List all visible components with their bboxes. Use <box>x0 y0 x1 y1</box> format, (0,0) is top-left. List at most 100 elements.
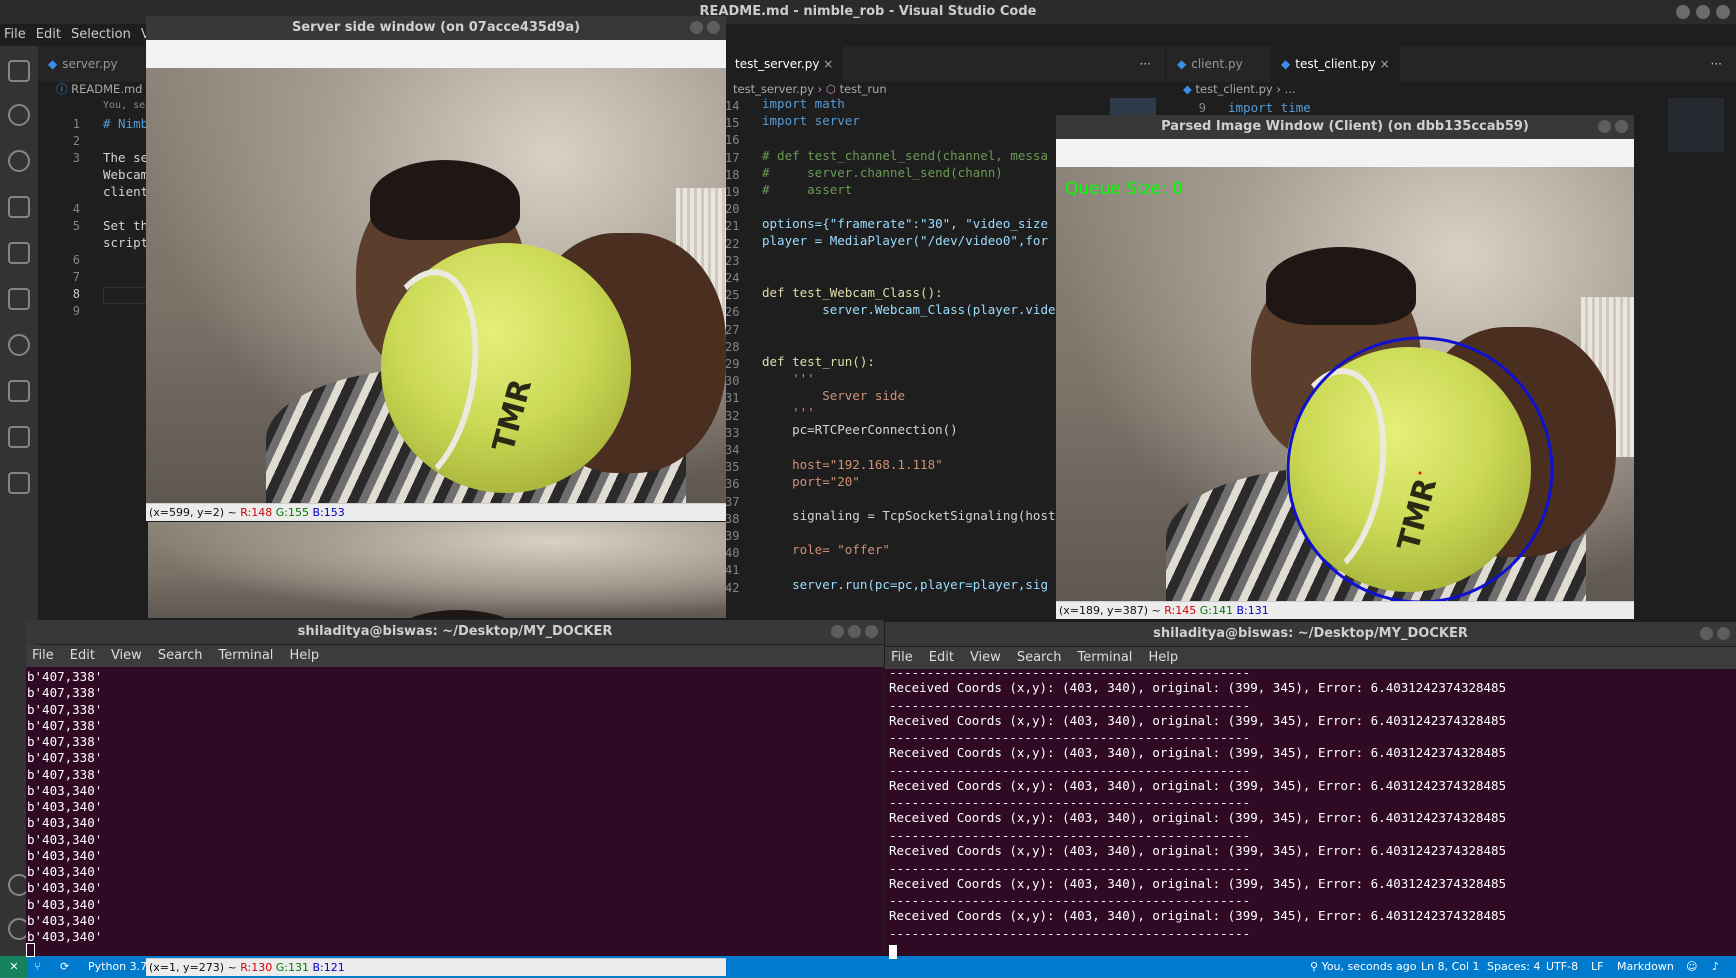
maximize-icon[interactable] <box>1696 5 1710 19</box>
line-number: 35 <box>725 460 740 475</box>
line-number: 30 <box>725 374 740 389</box>
terminal-right-output[interactable]: ----------------------------------------… <box>885 665 1736 959</box>
indent-setting[interactable]: Spaces: 4 <box>1487 956 1540 978</box>
terminal-line: Received Coords (x,y): (403, 340), origi… <box>889 810 1507 826</box>
code-line: ''' <box>762 405 815 420</box>
menu-terminal[interactable]: Terminal <box>218 645 273 667</box>
python-file-icon: ◆ <box>1177 57 1187 71</box>
docker-icon[interactable] <box>8 426 30 448</box>
python-interpreter[interactable]: Python 3.7 <box>88 956 147 978</box>
terminal-left-output[interactable]: b'407,338' b'407,338' b'407,338' b'407,338'… <box>26 667 884 957</box>
eol[interactable]: LF <box>1591 956 1603 978</box>
close-icon[interactable] <box>865 625 878 638</box>
terminal-right-titlebar[interactable]: shiladitya@biswas: ~/Desktop/MY_DOCKER <box>885 622 1736 646</box>
feedback-icon[interactable]: ☺ <box>1686 956 1697 978</box>
run-debug-icon[interactable] <box>8 196 30 218</box>
right-breadcrumb[interactable]: ◆ test_client.py › ... <box>1183 80 1296 98</box>
minimize-icon[interactable] <box>690 21 703 34</box>
minimize-icon[interactable] <box>1700 627 1713 640</box>
more-actions-icon[interactable]: ··· <box>1711 46 1722 82</box>
terminal-separator: ----------------------------------------… <box>889 925 1251 941</box>
more-actions-icon[interactable]: ··· <box>1140 46 1151 82</box>
bell-icon[interactable]: ♪ <box>1712 956 1719 978</box>
tab-test-client-py[interactable]: ◆ test_client.py × <box>1271 46 1400 82</box>
menu-edit[interactable]: Edit <box>36 24 61 46</box>
client-window-titlebar[interactable]: Parsed Image Window (Client) (on dbb135c… <box>1056 115 1634 139</box>
code-line: host="192.168.1.118" <box>762 457 943 472</box>
terminal-line: b'403,340' <box>27 929 103 944</box>
code-line: Set th <box>103 218 149 233</box>
terminal-line: b'403,340' <box>27 847 103 863</box>
language-mode[interactable]: Markdown <box>1617 956 1674 978</box>
line-number: 4 <box>72 202 80 216</box>
menu-selection[interactable]: Selection <box>71 24 131 46</box>
remote-explorer-icon[interactable] <box>8 242 30 264</box>
minimap[interactable] <box>1110 98 1156 116</box>
chevron-right-icon: › ⬡ <box>817 82 840 96</box>
vscode-window-title: README.md - nimble_rob - Visual Studio C… <box>699 4 1037 19</box>
terminal-cursor <box>26 943 35 957</box>
left-breadcrumb[interactable]: ⓘ README.md <box>56 80 142 98</box>
line-number: 37 <box>725 494 740 509</box>
terminal-line: Received Coords (x,y): (403, 340), origi… <box>889 745 1507 761</box>
terminal-line: Received Coords (x,y): (403, 340), origi… <box>889 908 1507 924</box>
close-icon[interactable]: × <box>823 57 833 71</box>
menu-help[interactable]: Help <box>289 645 319 667</box>
blame-status[interactable]: ⚲ You, seconds ago <box>1310 956 1416 978</box>
minimize-icon[interactable] <box>1676 5 1690 19</box>
tab-test-server-py[interactable]: test_server.py × <box>725 46 844 82</box>
terminal-line: Received Coords (x,y): (403, 340), origi… <box>889 712 1507 728</box>
folder-icon[interactable] <box>8 472 30 494</box>
menu-file[interactable]: File <box>32 645 54 667</box>
server-camera-image-second[interactable] <box>148 522 726 618</box>
minimap[interactable] <box>1668 98 1724 152</box>
minimize-icon[interactable] <box>831 625 844 638</box>
code-line: player = MediaPlayer("/dev/video0",for <box>762 233 1048 248</box>
cursor-position[interactable]: Ln 8, Col 1 <box>1421 956 1480 978</box>
terminal-separator: ----------------------------------------… <box>889 795 1251 811</box>
server-camera-image[interactable]: TMR <box>146 68 726 503</box>
menu-view[interactable]: View <box>111 645 142 667</box>
close-icon[interactable] <box>1615 120 1628 133</box>
code-line: # Nimb <box>103 116 149 131</box>
line-number: 2 <box>72 134 80 148</box>
client-camera-image[interactable]: TMR Queue Size: 0 <box>1056 167 1634 601</box>
wall-background <box>148 522 726 618</box>
encoding[interactable]: UTF-8 <box>1546 956 1578 978</box>
terminal-left-titlebar[interactable]: shiladitya@biswas: ~/Desktop/MY_DOCKER <box>26 620 884 644</box>
git-branch-icon[interactable]: ⑂ <box>34 956 41 978</box>
remote-indicator-icon[interactable]: ✕ <box>0 956 28 978</box>
explorer-icon[interactable] <box>8 60 30 82</box>
gitlab-icon[interactable] <box>8 380 30 402</box>
menu-search[interactable]: Search <box>158 645 203 667</box>
code-line: Server side <box>762 388 905 403</box>
code-line: The se <box>103 150 149 165</box>
line-number: 9 <box>72 304 80 318</box>
terminal-line: b'403,340' <box>27 831 103 847</box>
line-number: 28 <box>725 339 740 354</box>
maximize-icon[interactable] <box>848 625 861 638</box>
right-tab-strip: ◆ client.py ◆ test_client.py × ··· <box>1167 46 1736 82</box>
code-line: def test_run(): <box>762 354 875 369</box>
terminal-separator: ----------------------------------------… <box>889 665 1251 680</box>
search-icon[interactable] <box>8 104 30 126</box>
server-window-titlebar[interactable]: Server side window (on 07acce435d9a) <box>146 16 726 40</box>
maximize-icon[interactable] <box>1717 627 1730 640</box>
menu-edit[interactable]: Edit <box>70 645 95 667</box>
close-icon[interactable] <box>1716 5 1730 19</box>
tab-server-py[interactable]: ◆ server.py <box>38 46 128 82</box>
line-number: 15 <box>725 116 740 131</box>
close-icon[interactable]: × <box>1380 57 1390 71</box>
close-icon[interactable] <box>707 21 720 34</box>
sync-icon[interactable]: ⟳ <box>60 956 69 978</box>
tab-client-py[interactable]: ◆ client.py <box>1167 46 1253 82</box>
menu-file[interactable]: File <box>4 24 26 46</box>
terminal-line: b'407,338' <box>27 685 103 701</box>
code-line: import math <box>762 96 845 111</box>
minimize-icon[interactable] <box>1598 120 1611 133</box>
source-control-icon[interactable] <box>8 150 30 172</box>
timeline-icon[interactable] <box>8 334 30 356</box>
line-number: 9 <box>1198 101 1206 115</box>
line-number: 34 <box>725 443 740 458</box>
extensions-icon[interactable] <box>8 288 30 310</box>
